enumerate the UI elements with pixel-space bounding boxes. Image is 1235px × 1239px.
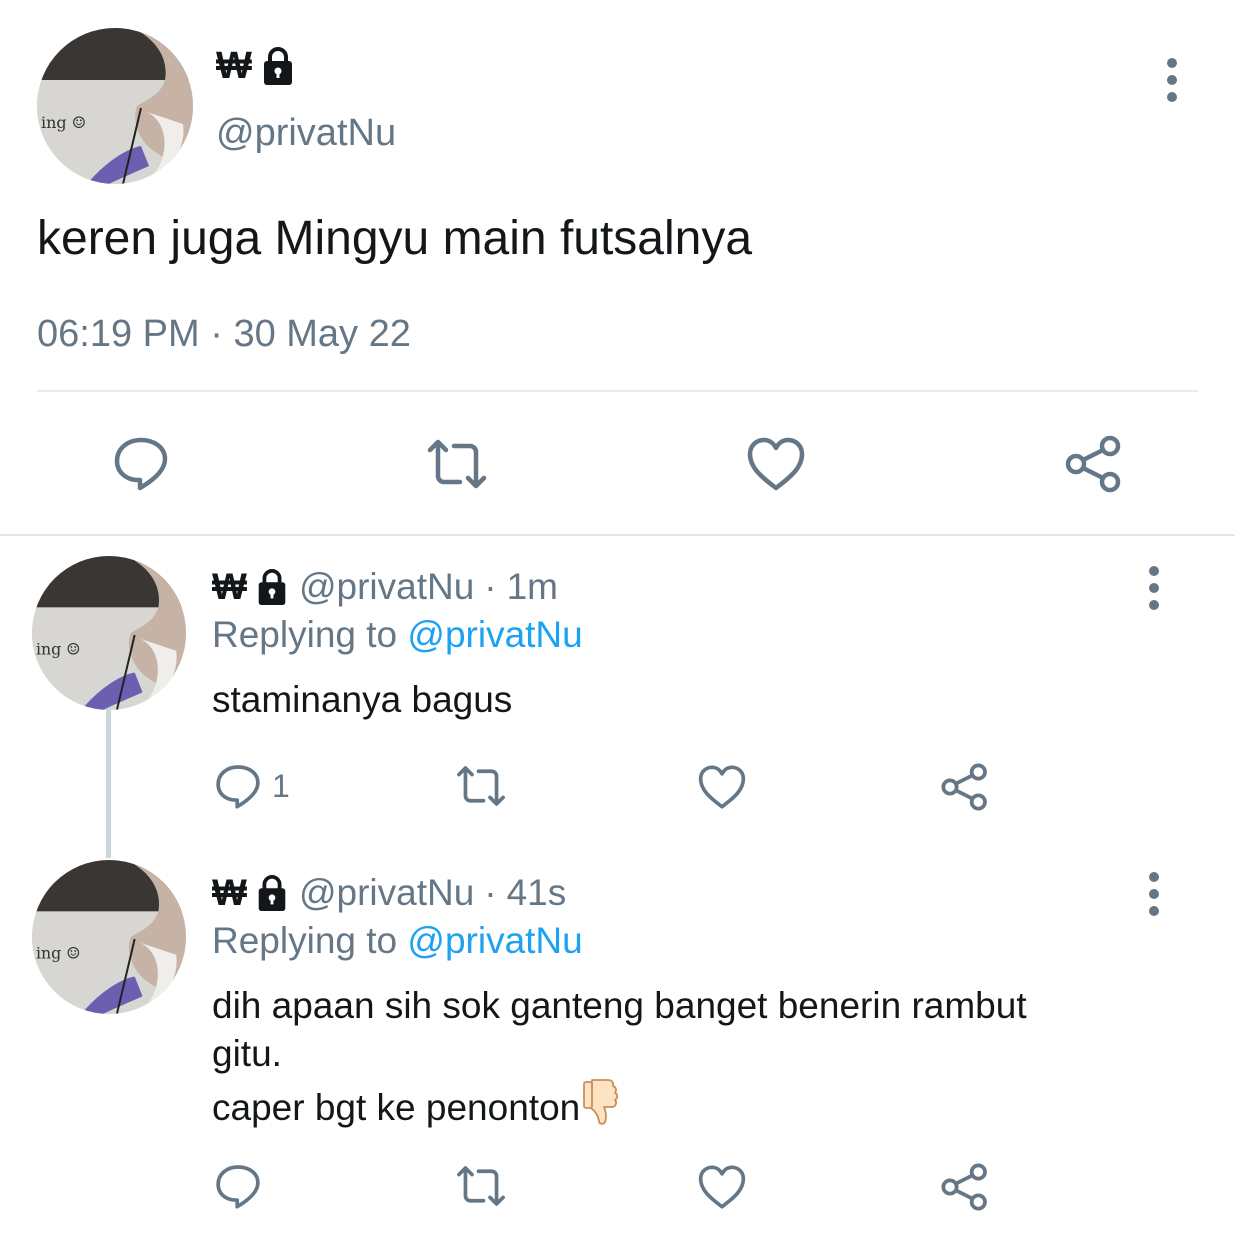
retweet-icon[interactable] bbox=[454, 1164, 508, 1208]
more-options-icon[interactable] bbox=[1164, 58, 1180, 102]
reply-header[interactable]: ₩ @privatNu · 41s bbox=[212, 868, 566, 918]
avatar-image: ing ☺ bbox=[32, 860, 186, 1014]
divider bbox=[37, 390, 1198, 392]
tweet-timestamp[interactable]: 06:19 PM · 30 May 22 bbox=[37, 308, 411, 360]
more-options-icon[interactable] bbox=[1146, 872, 1162, 916]
reply-icon[interactable] bbox=[214, 762, 262, 810]
share-icon[interactable] bbox=[940, 1162, 990, 1212]
tweet-text: staminanya bagus bbox=[212, 679, 513, 720]
avatar[interactable]: ing ☺ bbox=[37, 28, 193, 184]
name-text: ₩ bbox=[212, 872, 247, 913]
replying-to: Replying to @privatNu bbox=[212, 916, 583, 966]
tweet-text: dih apaan sih sok ganteng banget benerin… bbox=[212, 982, 1172, 1138]
avatar[interactable]: ing ☺ bbox=[32, 860, 186, 1014]
name-text: ₩ bbox=[216, 45, 252, 87]
retweet-icon[interactable] bbox=[454, 764, 508, 808]
share-icon[interactable] bbox=[940, 762, 990, 812]
lock-icon bbox=[253, 874, 291, 912]
retweet-icon[interactable] bbox=[424, 438, 490, 490]
thread-line bbox=[106, 710, 111, 858]
lock-icon bbox=[258, 46, 298, 86]
tweet-text: keren juga Mingyu main futsalnya bbox=[37, 212, 753, 265]
svg-text:ing ☺: ing ☺ bbox=[36, 640, 80, 659]
lock-icon bbox=[253, 568, 291, 606]
avatar-image: ing ☺ bbox=[32, 556, 186, 710]
meta-separator: · bbox=[484, 872, 497, 913]
mention-link[interactable]: @privatNu bbox=[407, 920, 582, 961]
more-options-icon[interactable] bbox=[1146, 566, 1162, 610]
user-handle: @privatNu bbox=[298, 566, 475, 607]
tweet-text-segment: caper bgt ke penonton bbox=[212, 1087, 581, 1128]
replying-prefix: Replying to bbox=[212, 920, 398, 961]
tweet-time: 06:19 PM bbox=[37, 313, 200, 355]
mention-link[interactable]: @privatNu bbox=[407, 614, 582, 655]
name-text: ₩ bbox=[212, 566, 247, 607]
user-handle: @privatNu bbox=[298, 872, 475, 913]
meta-separator: · bbox=[484, 566, 497, 607]
reply-count: 1 bbox=[272, 768, 290, 804]
meta-separator: · bbox=[210, 313, 223, 355]
tweet-time: 41s bbox=[506, 872, 567, 913]
tweet-time: 1m bbox=[506, 566, 559, 607]
replying-to: Replying to @privatNu bbox=[212, 610, 583, 660]
reply-icon[interactable] bbox=[112, 434, 170, 492]
share-icon[interactable] bbox=[1064, 434, 1124, 494]
tweet-text-line: caper bgt ke penonton bbox=[212, 1078, 1172, 1138]
avatar[interactable]: ing ☺ bbox=[32, 556, 186, 710]
like-icon[interactable] bbox=[697, 1164, 747, 1210]
thumbs-down-icon bbox=[582, 1078, 622, 1138]
replying-prefix: Replying to bbox=[212, 614, 398, 655]
tweet-date: 30 May 22 bbox=[233, 313, 411, 355]
user-handle[interactable]: @privatNu bbox=[216, 108, 396, 158]
reply-icon[interactable] bbox=[214, 1162, 262, 1210]
tweet-text-line: dih apaan sih sok ganteng banget benerin… bbox=[212, 985, 1027, 1026]
avatar-image: ing ☺ bbox=[37, 28, 193, 184]
svg-text:ing ☺: ing ☺ bbox=[41, 113, 86, 132]
svg-text:ing ☺: ing ☺ bbox=[36, 944, 80, 963]
section-divider bbox=[0, 534, 1235, 536]
user-name[interactable]: ₩ bbox=[216, 40, 298, 92]
like-icon[interactable] bbox=[746, 436, 806, 492]
like-icon[interactable] bbox=[697, 764, 747, 810]
tweet-text-line: gitu. bbox=[212, 1033, 282, 1074]
reply-header[interactable]: ₩ @privatNu · 1m bbox=[212, 562, 558, 612]
